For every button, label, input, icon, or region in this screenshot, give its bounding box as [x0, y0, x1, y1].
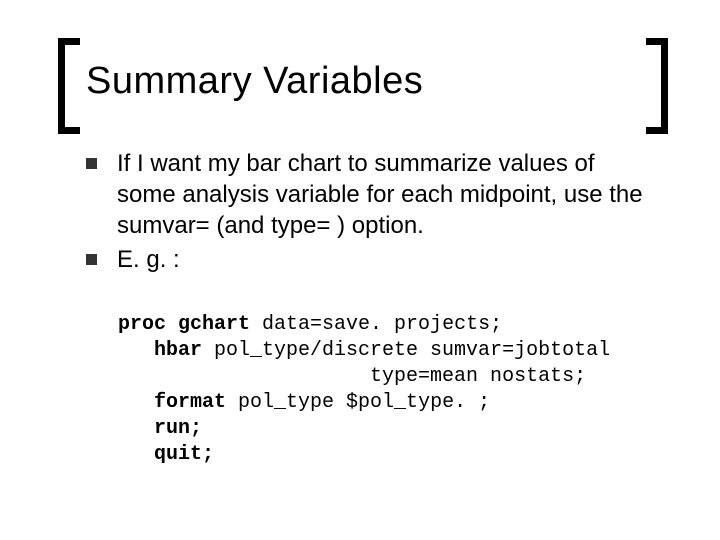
code-keyword: proc gchart: [118, 313, 250, 336]
square-bullet-icon: [86, 158, 97, 169]
body-content: If I want my bar chart to summarize valu…: [86, 148, 656, 277]
code-block: proc gchart data=save. projects; hbar po…: [118, 312, 678, 468]
bullet-text: E. g. :: [117, 244, 656, 275]
code-keyword: run;: [118, 417, 202, 440]
code-text: data=save. projects;: [250, 313, 502, 336]
slide-title: Summary Variables: [86, 60, 423, 103]
code-text: pol_type $pol_type. ;: [226, 391, 490, 414]
bracket-left-icon: [58, 38, 80, 134]
square-bullet-icon: [86, 254, 97, 265]
code-text: pol_type/discrete sumvar=jobtotal: [202, 339, 610, 362]
code-keyword: hbar: [118, 339, 202, 362]
title-area: Summary Variables: [58, 38, 668, 128]
code-keyword: quit;: [118, 443, 214, 466]
bullet-item: E. g. :: [86, 244, 656, 275]
code-text: type=mean nostats;: [118, 365, 586, 388]
slide: Summary Variables If I want my bar chart…: [0, 0, 720, 540]
bullet-text: If I want my bar chart to summarize valu…: [117, 148, 656, 242]
bracket-right-icon: [646, 38, 668, 134]
bullet-item: If I want my bar chart to summarize valu…: [86, 148, 656, 242]
code-keyword: format: [118, 391, 226, 414]
